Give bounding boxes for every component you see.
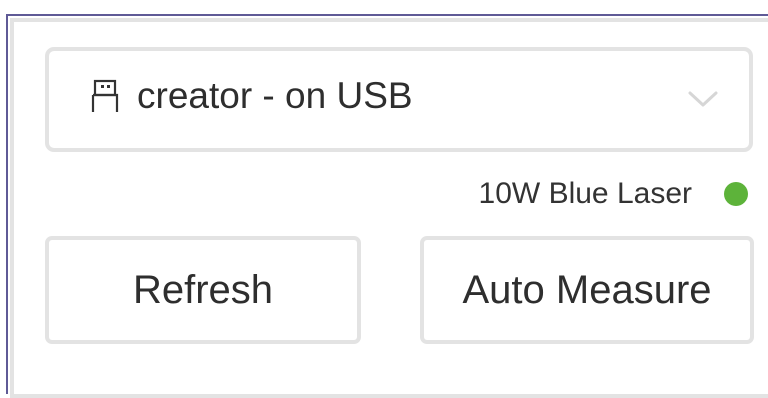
connection-status-indicator [724, 182, 748, 206]
chevron-down-icon[interactable] [687, 89, 719, 109]
laser-status-row: 10W Blue Laser [479, 174, 748, 214]
auto-measure-button[interactable]: Auto Measure [420, 236, 754, 344]
refresh-button[interactable]: Refresh [45, 236, 361, 344]
laser-type-label: 10W Blue Laser [478, 177, 692, 210]
usb-icon [91, 79, 119, 112]
device-select-dropdown[interactable]: creator - on USB [45, 47, 753, 152]
device-name-label: creator - on USB [137, 75, 413, 116]
